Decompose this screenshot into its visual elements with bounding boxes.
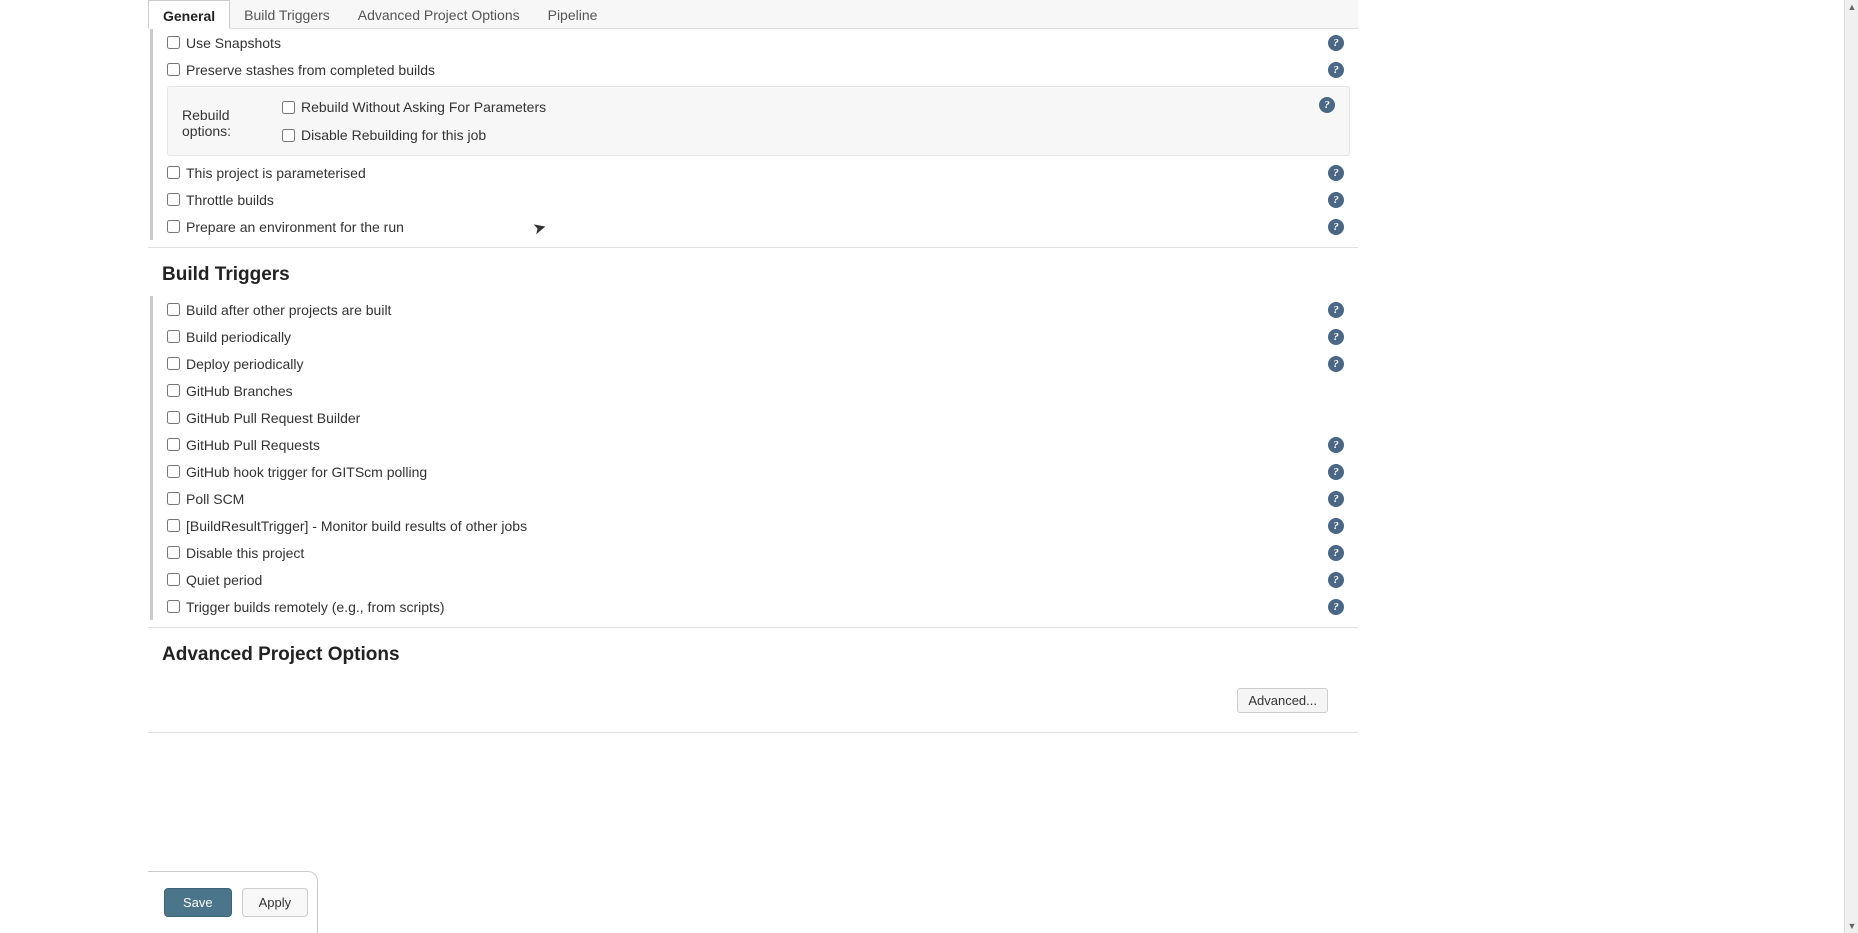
row-use-snapshots: Use Snapshots ? [153,29,1358,56]
help-icon[interactable]: ? [1328,572,1344,588]
checkbox-use-snapshots[interactable] [167,36,180,49]
checkbox-rebuild-without-asking[interactable] [282,101,295,114]
label-disable-rebuilding: Disable Rebuilding for this job [301,127,486,143]
build-triggers-heading: Build Triggers [148,248,1358,296]
help-icon[interactable]: ? [1328,329,1344,345]
label-github-hook-trigger: GitHub hook trigger for GITScm polling [186,464,1328,480]
help-icon[interactable]: ? [1328,302,1344,318]
scroll-down-icon[interactable]: ▼ [1845,919,1858,933]
label-github-pull-requests: GitHub Pull Requests [186,437,1328,453]
rebuild-options-list: Rebuild Without Asking For Parameters Di… [282,95,1339,151]
row-disable-project: Disable this project ? [153,539,1358,566]
label-github-pr-builder: GitHub Pull Request Builder [186,410,1348,426]
advanced-options-heading: Advanced Project Options [148,628,1358,676]
scrollbar[interactable]: ▲ ▼ [1844,0,1858,933]
config-container: General Build Triggers Advanced Project … [148,0,1358,793]
checkbox-preserve-stashes[interactable] [167,63,180,76]
apply-button[interactable]: Apply [242,888,309,917]
row-build-result-trigger: [BuildResultTrigger] - Monitor build res… [153,512,1358,539]
tab-advanced-project-options[interactable]: Advanced Project Options [344,0,534,28]
row-poll-scm: Poll SCM ? [153,485,1358,512]
help-icon[interactable]: ? [1328,437,1344,453]
general-section: Use Snapshots ? Preserve stashes from co… [150,29,1358,240]
label-throttle-builds: Throttle builds [186,192,1328,208]
advanced-button-row: Advanced... [148,676,1358,725]
option-disable-rebuilding: Disable Rebuilding for this job [282,119,1339,151]
rebuild-options-block: Rebuild options: Rebuild Without Asking … [167,86,1350,156]
label-preserve-stashes: Preserve stashes from completed builds [186,62,1328,78]
tabs-bar: General Build Triggers Advanced Project … [148,0,1358,29]
help-icon[interactable]: ? [1328,219,1344,235]
help-icon[interactable]: ? [1328,599,1344,615]
row-trigger-remotely: Trigger builds remotely (e.g., from scri… [153,593,1358,620]
checkbox-github-pr-builder[interactable] [167,411,180,424]
scroll-up-icon[interactable]: ▲ [1845,0,1858,14]
help-icon[interactable]: ? [1328,35,1344,51]
checkbox-parameterised[interactable] [167,166,180,179]
row-parameterised: This project is parameterised ? [153,159,1358,186]
tab-general[interactable]: General [148,0,230,29]
checkbox-disable-rebuilding[interactable] [282,129,295,142]
checkbox-github-hook-trigger[interactable] [167,465,180,478]
content-area: Use Snapshots ? Preserve stashes from co… [148,29,1358,793]
label-disable-project: Disable this project [186,545,1328,561]
help-icon[interactable]: ? [1328,192,1344,208]
row-preserve-stashes: Preserve stashes from completed builds ? [153,56,1358,83]
label-prepare-env: Prepare an environment for the run [186,219,1328,235]
row-build-after: Build after other projects are built ? [153,296,1358,323]
label-build-after: Build after other projects are built [186,302,1328,318]
option-rebuild-without-asking: Rebuild Without Asking For Parameters [282,95,1339,119]
row-github-hook-trigger: GitHub hook trigger for GITScm polling ? [153,458,1358,485]
help-icon[interactable]: ? [1328,62,1344,78]
help-icon[interactable]: ? [1328,518,1344,534]
label-quiet-period: Quiet period [186,572,1328,588]
tab-build-triggers[interactable]: Build Triggers [230,0,344,28]
label-deploy-periodically: Deploy periodically [186,356,1328,372]
save-button[interactable]: Save [164,888,232,917]
row-throttle-builds: Throttle builds ? [153,186,1358,213]
label-poll-scm: Poll SCM [186,491,1328,507]
tab-pipeline[interactable]: Pipeline [534,0,612,28]
checkbox-poll-scm[interactable] [167,492,180,505]
advanced-button[interactable]: Advanced... [1237,688,1328,713]
checkbox-build-periodically[interactable] [167,330,180,343]
row-github-pr-builder: GitHub Pull Request Builder [153,404,1358,431]
row-prepare-env: Prepare an environment for the run ? [153,213,1358,240]
row-deploy-periodically: Deploy periodically ? [153,350,1358,377]
rebuild-options-label: Rebuild options: [182,107,282,139]
checkbox-disable-project[interactable] [167,546,180,559]
row-build-periodically: Build periodically ? [153,323,1358,350]
checkbox-github-branches[interactable] [167,384,180,397]
help-icon[interactable]: ? [1319,97,1335,113]
checkbox-throttle-builds[interactable] [167,193,180,206]
help-icon[interactable]: ? [1328,545,1344,561]
row-github-branches: GitHub Branches [153,377,1358,404]
help-icon[interactable]: ? [1328,165,1344,181]
rebuild-options-row: Rebuild options: Rebuild Without Asking … [168,87,1349,155]
build-triggers-section: Build after other projects are built ? B… [150,296,1358,620]
checkbox-trigger-remotely[interactable] [167,600,180,613]
label-use-snapshots: Use Snapshots [186,35,1328,51]
checkbox-github-pull-requests[interactable] [167,438,180,451]
checkbox-quiet-period[interactable] [167,573,180,586]
label-build-periodically: Build periodically [186,329,1328,345]
row-github-pull-requests: GitHub Pull Requests ? [153,431,1358,458]
bottom-action-bar: Save Apply [148,871,318,933]
checkbox-build-result-trigger[interactable] [167,519,180,532]
help-icon[interactable]: ? [1328,356,1344,372]
help-icon[interactable]: ? [1328,491,1344,507]
help-icon[interactable]: ? [1328,464,1344,480]
label-build-result-trigger: [BuildResultTrigger] - Monitor build res… [186,518,1328,534]
checkbox-prepare-env[interactable] [167,220,180,233]
label-github-branches: GitHub Branches [186,383,1348,399]
label-parameterised: This project is parameterised [186,165,1328,181]
checkbox-deploy-periodically[interactable] [167,357,180,370]
label-trigger-remotely: Trigger builds remotely (e.g., from scri… [186,599,1328,615]
row-quiet-period: Quiet period ? [153,566,1358,593]
checkbox-build-after[interactable] [167,303,180,316]
label-rebuild-without-asking: Rebuild Without Asking For Parameters [301,99,546,115]
